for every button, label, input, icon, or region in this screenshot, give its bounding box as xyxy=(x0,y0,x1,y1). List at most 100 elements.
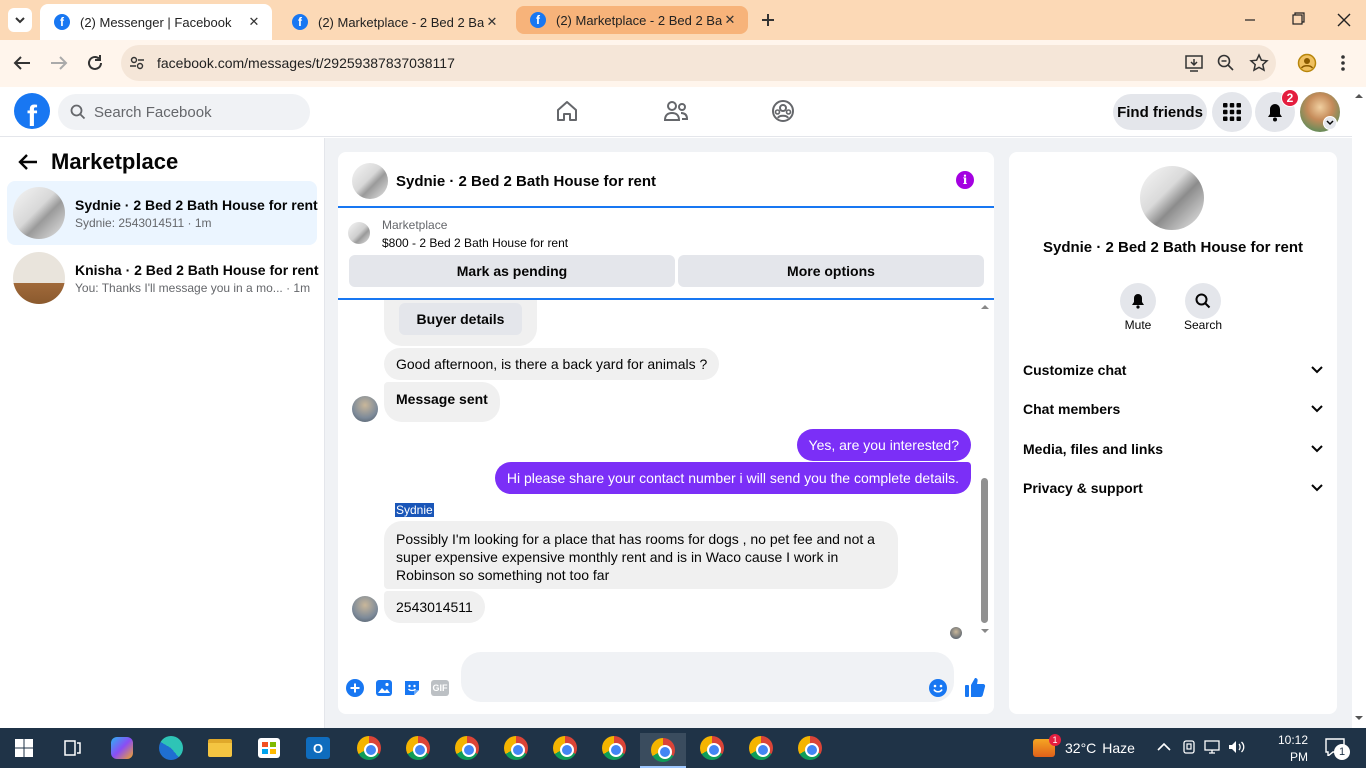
url-text[interactable]: facebook.com/messages/t/2925938783703811… xyxy=(157,55,455,71)
clock[interactable]: 10:12 PM 5/7/2025 xyxy=(1258,732,1308,783)
page-title: Marketplace xyxy=(51,149,179,174)
conversation-item-knisha[interactable]: Knisha · 2 Bed 2 Bath House for rent You… xyxy=(7,246,318,310)
tab-title: (2) Marketplace - 2 Bed 2 Bath Ho xyxy=(556,12,722,28)
minimize-window-button[interactable] xyxy=(1240,12,1260,28)
tray-device-icon[interactable] xyxy=(1182,740,1196,754)
buyer-details-button[interactable]: Buyer details xyxy=(399,303,522,335)
scroll-up-icon[interactable] xyxy=(1352,91,1366,101)
notification-count: 2 xyxy=(1286,91,1294,105)
details-avatar[interactable] xyxy=(1140,166,1204,230)
install-app-icon[interactable] xyxy=(1184,54,1204,72)
edge-button[interactable] xyxy=(156,733,186,763)
task-view-button[interactable] xyxy=(57,733,87,763)
back-arrow-button[interactable] xyxy=(18,153,38,171)
chat-title[interactable]: Sydnie · 2 Bed 2 Bath House for rent xyxy=(396,173,656,190)
gif-button[interactable]: GIF xyxy=(431,680,449,696)
scrollbar-thumb[interactable] xyxy=(981,478,988,623)
account-chevron-icon[interactable] xyxy=(1323,116,1337,130)
section-chat-members[interactable]: Chat members xyxy=(1023,394,1323,424)
chrome-window-button-active[interactable] xyxy=(640,733,686,768)
browser-tab-marketplace-2[interactable]: f (2) Marketplace - 2 Bed 2 Bath Ho ✕ xyxy=(516,6,748,34)
browser-tab-messenger[interactable]: f (2) Messenger | Facebook ✕ xyxy=(40,4,272,40)
restore-window-button[interactable] xyxy=(1287,12,1307,28)
listing-title[interactable]: $800 - 2 Bed 2 Bath House for rent xyxy=(382,236,568,250)
nav-friends-button[interactable] xyxy=(663,99,689,123)
file-explorer-button[interactable] xyxy=(205,733,235,763)
facebook-logo-icon[interactable]: f xyxy=(14,93,50,129)
chrome-icon xyxy=(406,736,430,760)
nav-home-button[interactable] xyxy=(555,99,579,123)
back-button[interactable] xyxy=(12,54,32,72)
chrome-window-button[interactable] xyxy=(599,733,629,763)
more-options-button[interactable]: More options xyxy=(678,255,984,287)
chrome-window-button[interactable] xyxy=(746,733,776,763)
start-button[interactable] xyxy=(9,733,39,763)
show-hidden-icons-button[interactable] xyxy=(1157,742,1171,752)
message-text: Hi please share your contact number i wi… xyxy=(506,470,959,486)
attach-photo-button[interactable] xyxy=(375,679,393,697)
volume-icon[interactable] xyxy=(1228,740,1246,754)
mark-as-pending-button[interactable]: Mark as pending xyxy=(349,255,675,287)
chrome-window-button[interactable] xyxy=(354,733,384,763)
chrome-window-button[interactable] xyxy=(452,733,482,763)
sender-avatar[interactable] xyxy=(352,596,378,622)
address-bar[interactable]: facebook.com/messages/t/2925938783703811… xyxy=(121,45,1276,81)
message-outgoing: Yes, are you interested? xyxy=(796,429,971,461)
new-tab-button[interactable] xyxy=(758,10,778,30)
zoom-icon[interactable] xyxy=(1217,54,1235,72)
chat-window: Sydnie · 2 Bed 2 Bath House for rent i M… xyxy=(338,152,994,714)
message-input[interactable] xyxy=(461,652,954,702)
emoji-button[interactable] xyxy=(929,679,947,697)
profile-icon[interactable] xyxy=(1297,53,1317,73)
copilot-button[interactable] xyxy=(107,733,137,763)
mute-button[interactable] xyxy=(1120,283,1156,319)
bookmark-star-icon[interactable] xyxy=(1249,53,1269,73)
scrollbar-track[interactable] xyxy=(979,300,991,636)
close-window-button[interactable] xyxy=(1334,12,1354,28)
chrome-icon xyxy=(455,736,479,760)
facebook-search-input[interactable]: Search Facebook xyxy=(58,94,310,130)
chat-info-button[interactable]: i xyxy=(956,171,974,189)
menu-button[interactable] xyxy=(1212,92,1252,132)
sender-avatar[interactable] xyxy=(352,396,378,422)
close-tab-icon[interactable]: ✕ xyxy=(722,12,738,28)
scroll-down-icon[interactable] xyxy=(979,626,991,636)
site-info-icon[interactable] xyxy=(129,55,145,71)
message-text: Yes, are you interested? xyxy=(808,437,959,453)
chrome-window-button[interactable] xyxy=(550,733,580,763)
weather-widget[interactable]: 1 32°C Haze xyxy=(1033,734,1143,762)
chat-header-avatar[interactable] xyxy=(352,163,388,199)
scroll-down-icon[interactable] xyxy=(1352,713,1366,723)
like-button[interactable] xyxy=(964,676,986,698)
nav-groups-button[interactable] xyxy=(771,99,795,123)
outlook-button[interactable]: O xyxy=(303,733,333,763)
network-icon[interactable] xyxy=(1204,740,1222,754)
forward-button[interactable] xyxy=(49,54,69,72)
chrome-icon xyxy=(357,736,381,760)
page-scrollbar[interactable] xyxy=(1352,87,1366,728)
scroll-up-icon[interactable] xyxy=(979,302,991,312)
section-media-files-links[interactable]: Media, files and links xyxy=(1023,434,1323,464)
chrome-window-button[interactable] xyxy=(697,733,727,763)
browser-menu-icon[interactable] xyxy=(1339,54,1347,72)
chrome-window-button[interactable] xyxy=(501,733,531,763)
conversation-item-sydnie[interactable]: Sydnie · 2 Bed 2 Bath House for rent Syd… xyxy=(7,181,318,245)
section-customize-chat[interactable]: Customize chat xyxy=(1023,355,1323,385)
reload-button[interactable] xyxy=(85,53,105,73)
store-button[interactable] xyxy=(254,733,284,763)
chrome-window-button[interactable] xyxy=(403,733,433,763)
close-tab-icon[interactable]: ✕ xyxy=(246,14,262,30)
smile-icon xyxy=(929,679,947,697)
close-tab-icon[interactable]: ✕ xyxy=(484,14,500,30)
search-in-chat-button[interactable] xyxy=(1185,283,1221,319)
message-text: Good afternoon, is there a back yard for… xyxy=(396,356,708,372)
chrome-window-button[interactable] xyxy=(795,733,825,763)
find-friends-button[interactable]: Find friends xyxy=(1113,94,1207,130)
section-privacy-support[interactable]: Privacy & support xyxy=(1023,473,1323,503)
more-actions-button[interactable] xyxy=(346,679,364,697)
details-title: Sydnie · 2 Bed 2 Bath House for rent xyxy=(1042,239,1304,256)
browser-tab-marketplace-1[interactable]: f (2) Marketplace - 2 Bed 2 Bath Ho ✕ xyxy=(278,4,510,40)
tab-search-button[interactable] xyxy=(8,8,32,32)
weather-icon: 1 xyxy=(1033,734,1061,757)
sticker-button[interactable] xyxy=(403,679,421,697)
